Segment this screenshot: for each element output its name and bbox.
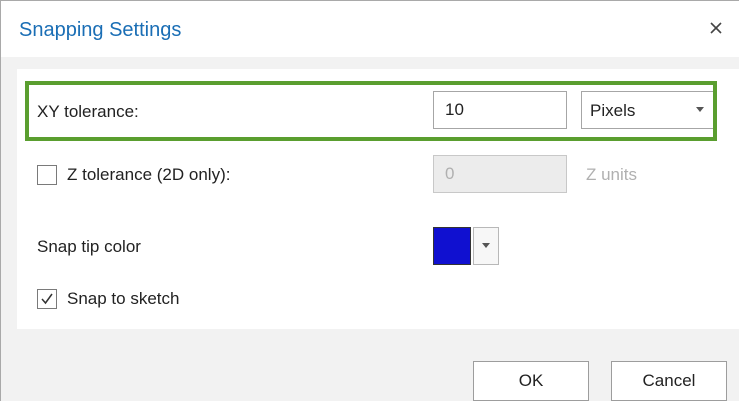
cancel-button[interactable]: Cancel (611, 361, 727, 401)
xy-tolerance-unit-select[interactable]: Pixels (581, 91, 715, 129)
dialog-titlebar: Snapping Settings (1, 1, 739, 57)
z-units-label: Z units (586, 165, 638, 184)
xy-tolerance-input[interactable] (433, 91, 567, 129)
ok-button[interactable]: OK (473, 361, 589, 401)
snap-tip-color-label: Snap tip color (37, 237, 141, 256)
dialog-title: Snapping Settings (19, 19, 182, 41)
snap-to-sketch-label: Snap to sketch (67, 289, 180, 308)
chevron-down-icon (696, 107, 704, 112)
snap-to-sketch-checkbox[interactable] (37, 289, 57, 309)
chevron-down-icon (482, 243, 490, 248)
checkmark-icon (41, 293, 53, 305)
snap-tip-color-picker[interactable] (433, 227, 499, 265)
xy-tolerance-unit-value: Pixels (590, 101, 636, 120)
xy-tolerance-label: XY tolerance: (37, 102, 139, 121)
snapping-settings-dialog: Snapping Settings XY tolerance: Pixels Z… (0, 0, 739, 401)
color-dropdown-button[interactable] (473, 227, 499, 265)
z-tolerance-input (433, 155, 567, 193)
z-tolerance-label: Z tolerance (2D only): (67, 165, 231, 184)
close-button[interactable] (703, 15, 729, 41)
color-swatch (433, 227, 471, 265)
z-tolerance-checkbox[interactable] (37, 165, 57, 185)
close-icon (710, 22, 722, 34)
